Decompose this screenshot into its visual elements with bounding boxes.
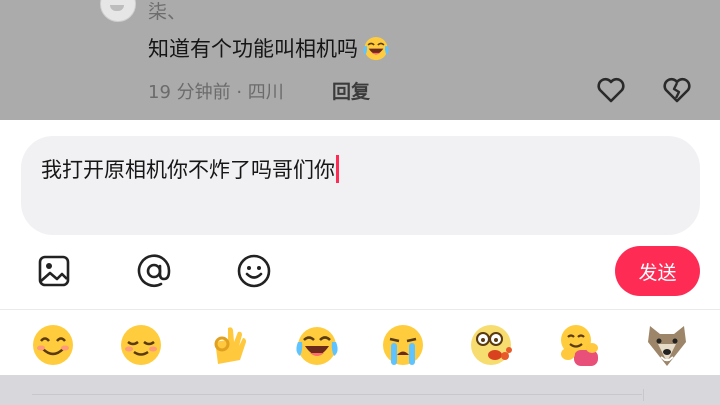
relieved-emoji-icon[interactable] bbox=[118, 322, 164, 368]
image-icon[interactable] bbox=[36, 253, 72, 289]
divider bbox=[32, 394, 642, 395]
divider bbox=[0, 309, 720, 310]
text-caret bbox=[336, 155, 339, 183]
dog-face-emoji-icon[interactable] bbox=[644, 322, 690, 368]
comment-username[interactable]: 柒、 bbox=[148, 0, 186, 24]
mention-icon[interactable] bbox=[136, 253, 172, 289]
emoji-quick-bar bbox=[0, 316, 720, 374]
keyboard-area bbox=[0, 375, 720, 405]
dislike-icon[interactable] bbox=[662, 76, 692, 104]
hugging-emoji-icon[interactable] bbox=[556, 322, 602, 368]
comment-text: 知道有个功能叫相机吗 bbox=[148, 37, 358, 61]
vomiting-emoji-icon[interactable] bbox=[468, 322, 514, 368]
ok-hand-emoji-icon[interactable] bbox=[206, 322, 252, 368]
avatar[interactable] bbox=[100, 0, 136, 22]
emoji-icon[interactable] bbox=[236, 253, 272, 289]
comment-item: 柒、 知道有个功能叫相机吗 19 分钟前 · 四川 回复 bbox=[0, 0, 720, 120]
send-button[interactable]: 发送 bbox=[615, 246, 700, 296]
comment-body: 知道有个功能叫相机吗 bbox=[148, 33, 390, 63]
comment-composer: 我打开原相机你不炸了吗哥们你 发送 bbox=[0, 120, 720, 375]
laughing-crying-emoji-icon bbox=[362, 34, 390, 62]
like-icon[interactable] bbox=[596, 76, 626, 104]
comment-input-value: 我打开原相机你不炸了吗哥们你 bbox=[41, 158, 335, 182]
reply-button[interactable]: 回复 bbox=[332, 77, 370, 104]
loudly-crying-emoji-icon[interactable] bbox=[380, 322, 426, 368]
comment-meta: 19 分钟前 · 四川 bbox=[148, 82, 284, 103]
laughing-crying-emoji-icon[interactable] bbox=[294, 322, 340, 368]
divider bbox=[643, 389, 644, 401]
smiling-emoji-icon[interactable] bbox=[30, 322, 76, 368]
comment-input[interactable]: 我打开原相机你不炸了吗哥们你 bbox=[21, 136, 700, 235]
